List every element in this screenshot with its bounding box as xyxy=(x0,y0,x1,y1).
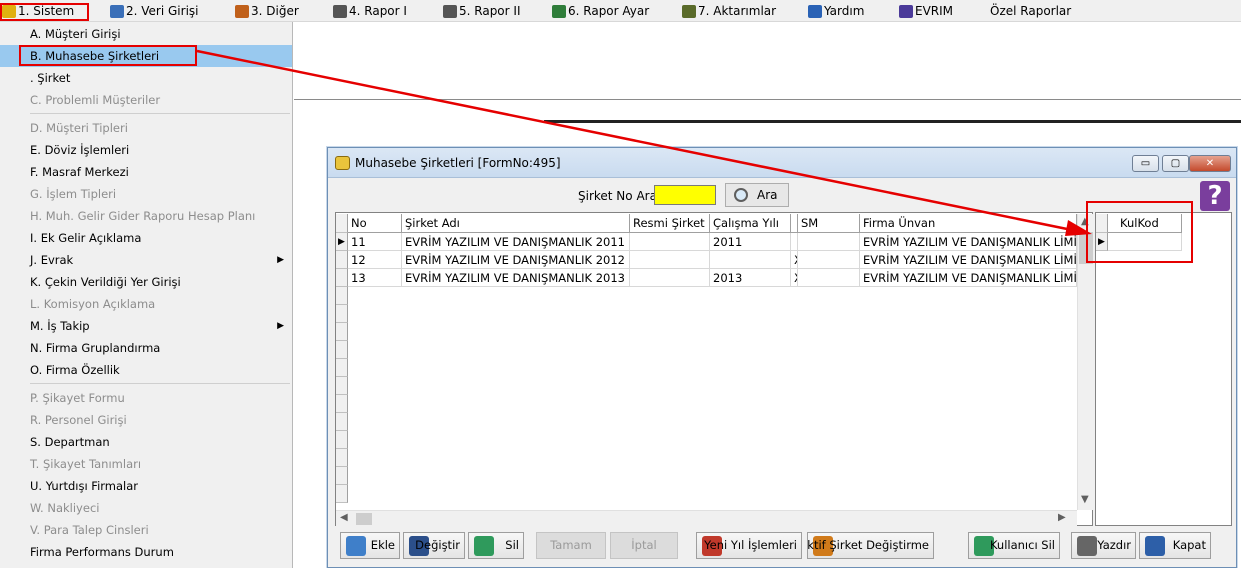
annotation-arrow xyxy=(196,49,1092,236)
